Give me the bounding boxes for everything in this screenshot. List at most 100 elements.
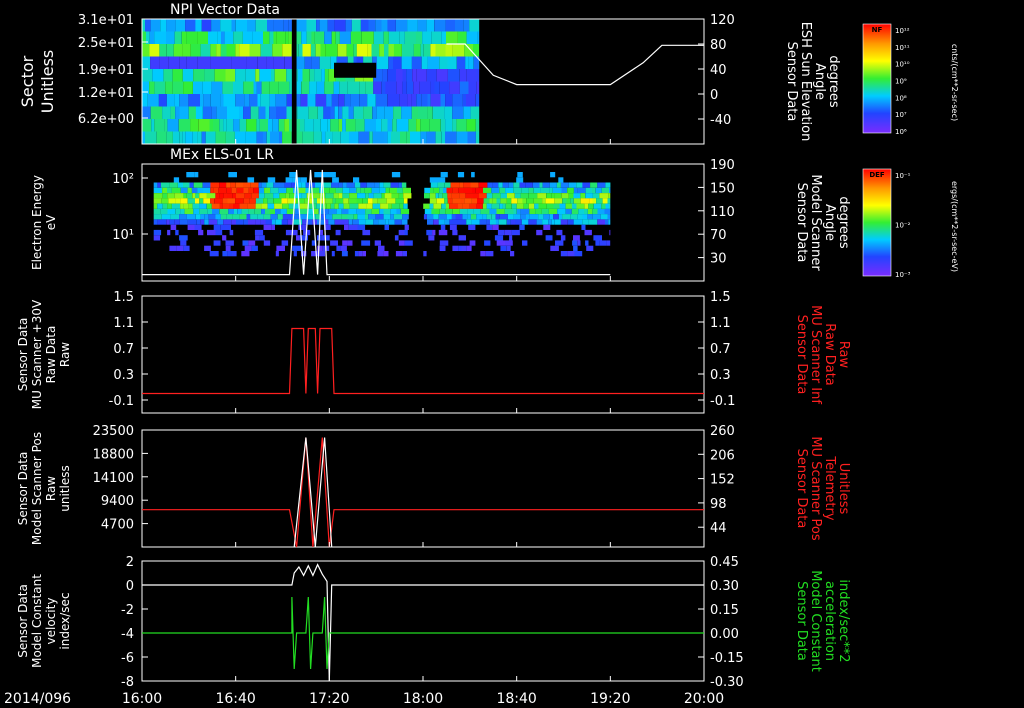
- heatmap-cell: [393, 106, 402, 119]
- heatmap-cell: [475, 187, 484, 194]
- heatmap-cell: [319, 251, 326, 257]
- heatmap-cell: [224, 224, 231, 230]
- heatmap-cell: [528, 203, 535, 209]
- heatmap-cell: [456, 56, 466, 69]
- heatmap-cell: [466, 69, 477, 82]
- heatmap-cell: [461, 245, 467, 251]
- heatmap-cell: [507, 214, 514, 220]
- heatmap-cell: [522, 198, 527, 204]
- heatmap-cell: [438, 229, 448, 236]
- heatmap-cell: [207, 208, 212, 215]
- heatmap-cell: [213, 224, 221, 230]
- heatmap-cell: [471, 198, 477, 204]
- heatmap-cell: [248, 187, 254, 194]
- heatmap-cell: [150, 106, 163, 119]
- heatmap-cell: [391, 193, 399, 199]
- y-axis-label-line: index/sec: [58, 592, 72, 649]
- heatmap-cell: [315, 44, 321, 57]
- right-axis-label-line: index/sec**2: [836, 579, 851, 662]
- heatmap-cell: [458, 245, 462, 251]
- heatmap-cell: [150, 19, 161, 32]
- heatmap-cell: [180, 240, 187, 246]
- heatmap-cell: [236, 187, 244, 194]
- heatmap-cell: [452, 106, 464, 119]
- heatmap-cell: [396, 187, 403, 194]
- y-axis-label-line: Raw: [58, 342, 72, 367]
- heatmap-cell: [182, 69, 193, 82]
- heatmap-cell: [151, 119, 155, 132]
- right-axis-label-line: Model Constant: [808, 570, 823, 672]
- heatmap-cell: [171, 203, 181, 209]
- heatmap-cell: [580, 198, 590, 204]
- heatmap-cell: [220, 224, 225, 230]
- heatmap-cell: [480, 208, 490, 215]
- heatmap-cell: [376, 106, 385, 119]
- heatmap-cell: [289, 172, 297, 178]
- heatmap-cell: [213, 119, 220, 132]
- heatmap-cell: [549, 214, 554, 220]
- heatmap-cell: [269, 106, 276, 119]
- y-tick-label: 4700: [101, 518, 134, 533]
- heatmap-cell: [445, 203, 449, 209]
- heatmap-cell: [557, 208, 566, 215]
- heatmap-cell: [311, 44, 316, 57]
- heatmap-cell: [251, 193, 259, 199]
- heatmap-cell: [341, 214, 348, 220]
- heatmap-cell: [532, 182, 540, 188]
- heatmap-cell: [607, 198, 611, 204]
- heatmap-cell: [496, 208, 505, 215]
- y-axis-label-line: Sector: [18, 55, 37, 107]
- heatmap-cell: [163, 69, 173, 82]
- heatmap-cell: [213, 187, 219, 194]
- heatmap-cell: [592, 193, 600, 199]
- heatmap-cell: [420, 131, 427, 144]
- heatmap-cell: [215, 229, 223, 236]
- heatmap-cell: [388, 56, 393, 69]
- heatmap-cell: [244, 193, 252, 199]
- heatmap-cell: [149, 31, 155, 44]
- heatmap-cell: [236, 219, 244, 225]
- right-tick-label: 120: [710, 13, 735, 28]
- heatmap-cell: [364, 187, 372, 194]
- y-axis-label-line: Model Scanner Pos: [30, 432, 44, 545]
- heatmap-cell: [486, 193, 493, 199]
- heatmap-cell: [592, 187, 596, 194]
- heatmap-cell: [270, 131, 280, 144]
- heatmap-cell: [273, 193, 280, 199]
- heatmap-cell: [198, 119, 210, 132]
- heatmap-cell: [283, 19, 289, 32]
- heatmap-cell: [458, 187, 464, 194]
- heatmap-cell: [183, 203, 189, 209]
- heatmap-cell: [316, 19, 320, 32]
- heatmap-cell: [328, 219, 335, 225]
- heatmap-cell: [348, 106, 354, 119]
- heatmap-cell: [192, 203, 200, 209]
- heatmap-cell: [394, 235, 399, 241]
- heatmap-cell: [162, 203, 168, 209]
- heatmap-cell: [142, 119, 152, 132]
- heatmap-cell: [458, 235, 466, 241]
- heatmap-cell: [307, 203, 317, 209]
- heatmap-cell: [179, 219, 188, 225]
- heatmap-cell: [496, 198, 501, 204]
- heatmap-cell: [365, 208, 372, 215]
- heatmap-cell: [387, 131, 391, 144]
- heatmap-cell: [482, 203, 487, 209]
- heatmap-cell: [430, 182, 438, 188]
- heatmap-cell: [375, 94, 388, 107]
- heatmap-cell: [379, 44, 384, 57]
- heatmap-cell: [204, 69, 215, 82]
- heatmap-cell: [426, 69, 437, 82]
- heatmap-cell: [608, 193, 611, 199]
- heatmap-cell: [256, 119, 260, 132]
- heatmap-cell: [166, 219, 170, 225]
- right-tick-label: 110: [710, 205, 735, 220]
- heatmap-cell: [560, 182, 569, 188]
- heatmap-cell: [342, 193, 350, 199]
- heatmap-cell: [164, 119, 168, 132]
- heatmap-cell: [526, 198, 534, 204]
- heatmap-cell: [360, 19, 369, 32]
- heatmap-cell: [227, 106, 239, 119]
- heatmap-cell: [402, 214, 409, 220]
- heatmap-cell: [247, 203, 256, 209]
